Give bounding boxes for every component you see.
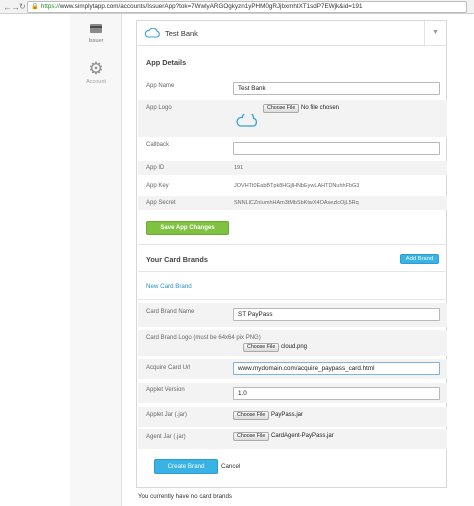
app-name-input[interactable]: Test Bank [233,82,440,95]
lock-icon: 🔒 [31,3,39,10]
app-key-label: App Key [146,183,169,189]
applet-jar-label: Applet Jar (.jar) [146,412,188,418]
acquire-url-input[interactable]: www.mydomain.com/acquire_paypass_card.ht… [233,362,440,375]
sidebar-item-label: Account [86,79,106,85]
brand-name-input[interactable]: ST PayPass [233,308,440,321]
url-text: www.simplytapp.com/accounts/IssuerApp?to… [59,3,363,10]
app-secret-value: SNNLlCZnIumhHAm3tMbSbKtwX4OAsezlcOjL5Rq [234,200,359,206]
app-logo-file-status: No file chosen [301,105,340,111]
left-sidebar: Issuer ⚙ Account [70,14,122,506]
applet-jar-choose-file-button[interactable]: Choose File [233,411,270,420]
brand-logo-row: Card Brand Logo (must be 64x64 pix PNG) [138,330,447,356]
app-logo-label: App Logo [146,105,172,111]
card-brands-title: Your Card Brands [146,255,208,264]
section-divider [138,271,447,272]
agent-jar-row: Agent Jar (.jar) [138,429,447,449]
cloud-icon [236,114,257,127]
url-scheme: https:// [40,3,60,10]
app-key-value: JOVHTt0EabBTpk8HGjlHNbEywLAHTDNuhhFbG3 [234,183,360,189]
cancel-link[interactable]: Cancel [221,463,240,470]
reload-icon[interactable]: ↻ [19,2,26,12]
cloud-icon [144,28,160,38]
bank-name: Test Bank [165,29,198,38]
applet-jar-file-name: PayPass.jar [271,412,304,418]
app-id-label: App ID [146,165,165,171]
agent-jar-label: Agent Jar (.jar) [146,434,186,440]
app-logo-choose-file-button[interactable]: Choose File [263,104,300,113]
brand-logo-file-name: cloud.png [281,344,308,350]
sidebar-item-issuer[interactable]: Issuer [70,24,122,44]
add-brand-button[interactable]: Add Brand [400,254,439,264]
brand-logo-label: Card Brand Logo (must be 64x64 pix PNG) [146,335,261,341]
brand-logo-choose-file-button[interactable]: Choose File [243,343,280,352]
section-divider [138,244,447,245]
new-card-brand-link[interactable]: New Card Brand [146,283,192,290]
no-card-brands-message: You currently have no card brands [138,493,233,500]
chevron-down-icon[interactable]: ▼ [424,21,446,45]
brand-name-label: Card Brand Name [146,309,195,315]
applet-version-input[interactable]: 1.0 [233,387,440,400]
bank-header[interactable]: Test Bank ▼ [137,21,446,46]
section-divider [138,299,447,300]
app-secret-row: App Secret SNNLlCZnIumhHAm3tMbSbKtwX4OAs… [138,196,447,210]
issuer-panel: Test Bank ▼ App Details App Name Test Ba… [136,20,447,488]
app-key-row: App Key JOVHTt0EabBTpk8HGjlHNbEywLAHTDNu… [138,179,447,193]
callback-input[interactable] [233,142,440,155]
app-details-title: App Details [146,58,187,67]
app-name-label: App Name [146,83,175,89]
sidebar-item-account[interactable]: ⚙ Account [70,60,122,85]
agent-jar-file-name: CardAgent-PayPass.jar [271,433,334,439]
browser-address-bar: ← → ↻ 🔒 https://www.simplytapp.com/accoun… [0,0,474,14]
url-input[interactable]: 🔒 https://www.simplytapp.com/accounts/Iss… [27,1,467,13]
callback-label: Callback [146,142,170,148]
create-brand-button[interactable]: Create Brand [154,459,218,474]
card-icon [90,24,102,33]
sidebar-item-label: Issuer [88,38,104,44]
applet-version-label: Applet Version [146,387,185,393]
app-id-row: App ID 191 [138,161,447,175]
app-secret-label: App Secret [146,200,176,206]
app-id-value: 191 [234,165,244,171]
save-app-changes-button[interactable]: Save App Changes [146,221,229,235]
acquire-url-label: Acquire Card Url [146,365,191,371]
agent-jar-choose-file-button[interactable]: Choose File [233,432,270,441]
gear-icon: ⚙ [88,59,104,78]
